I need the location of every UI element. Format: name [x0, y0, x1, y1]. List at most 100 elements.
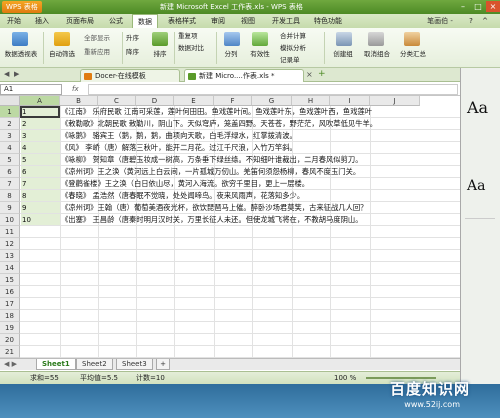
- row-header[interactable]: 18: [0, 310, 20, 322]
- cell-b[interactable]: [61, 238, 460, 250]
- menu-review[interactable]: 审阅: [206, 14, 230, 28]
- fx-icon[interactable]: fx: [72, 83, 79, 96]
- compare-button[interactable]: 数据对比: [178, 44, 204, 53]
- row-header[interactable]: 13: [0, 250, 20, 262]
- row-header[interactable]: 1: [0, 106, 20, 118]
- cell-a[interactable]: [22, 286, 58, 298]
- cell-a[interactable]: [22, 322, 58, 334]
- row-header[interactable]: 20: [0, 334, 20, 346]
- menu-table-style[interactable]: 表格样式: [164, 14, 200, 28]
- create-group-button[interactable]: 创建组: [328, 50, 358, 59]
- menu-home[interactable]: 开始: [2, 14, 26, 28]
- text-to-columns-button[interactable]: 分列: [218, 50, 244, 59]
- maximize-icon[interactable]: □: [471, 1, 485, 12]
- row-header[interactable]: 3: [0, 130, 20, 142]
- cell-b[interactable]: 《敕勒歌》北朝民歌 敕勒川，阴山下。天似穹庐，笼盖四野。天苍苍，野茫茫，风吹草低…: [61, 118, 460, 130]
- reapply-button[interactable]: 重新应用: [84, 48, 110, 57]
- cell-b[interactable]: [61, 322, 460, 334]
- auto-filter-button[interactable]: 自动筛选: [46, 50, 78, 59]
- row-header[interactable]: 5: [0, 154, 20, 166]
- column-header-f[interactable]: F: [214, 96, 252, 106]
- column-header-g[interactable]: G: [252, 96, 292, 106]
- spreadsheet-grid[interactable]: A B C D E F G H I J 1 1 《江南》 乐府民歌 江南可采莲，莲叶何田田。鱼戏莲叶间。…: [0, 96, 460, 358]
- cell-a[interactable]: 4: [22, 142, 58, 154]
- cell-b[interactable]: [61, 298, 460, 310]
- column-header-c[interactable]: C: [98, 96, 136, 106]
- subtotal-button[interactable]: 分类汇总: [396, 50, 430, 59]
- sort-button[interactable]: 排序: [148, 50, 172, 59]
- what-if-button[interactable]: 模拟分析: [280, 44, 306, 53]
- cell-a[interactable]: [22, 262, 58, 274]
- cell-b[interactable]: [61, 310, 460, 322]
- show-all-button[interactable]: 全部显示: [84, 34, 110, 43]
- row-header[interactable]: 11: [0, 226, 20, 238]
- row-header[interactable]: 7: [0, 178, 20, 190]
- cell-a[interactable]: 7: [22, 178, 58, 190]
- cell-b[interactable]: 《咏柳》 贺知章（唐碧玉妆成一树高，万条垂下绿丝绦。不知细叶谁裁出，二月春风似剪…: [61, 154, 460, 166]
- cell-b[interactable]: [61, 226, 460, 238]
- cell-a[interactable]: 3: [22, 130, 58, 142]
- pivot-table-button[interactable]: 数据透视表: [2, 50, 40, 59]
- column-header-b[interactable]: B: [60, 96, 98, 106]
- cell-a[interactable]: [22, 226, 58, 238]
- tab-current-workbook[interactable]: 新建 Micro....作表.xls *: [184, 69, 304, 82]
- help-icon[interactable]: ?: [466, 14, 476, 28]
- cell-b[interactable]: 《登鹳雀楼》王之涣（白日依山尽，黄河入海流。欲穷千里目，更上一层楼。: [61, 178, 460, 190]
- name-box[interactable]: A1: [0, 84, 62, 95]
- cell-b[interactable]: 《咏鹅》 骆宾王（鹅，鹅，鹅，曲项向天歌，白毛浮绿水，红掌拨清波。: [61, 130, 460, 142]
- select-all-corner[interactable]: [0, 96, 20, 106]
- row-header[interactable]: 10: [0, 214, 20, 226]
- style-sample[interactable]: Aa: [467, 98, 488, 117]
- row-header[interactable]: 9: [0, 202, 20, 214]
- minimize-icon[interactable]: –: [456, 1, 470, 12]
- column-header-d[interactable]: D: [136, 96, 174, 106]
- cell-b[interactable]: 《江南》 乐府民歌 江南可采莲，莲叶何田田。鱼戏莲叶间。鱼戏莲叶东，鱼戏莲叶西，…: [61, 106, 460, 118]
- cell-b[interactable]: 《风》 李峤（唐）解落三秋叶，能开二月花。过江千尺浪，入竹万竿斜。: [61, 142, 460, 154]
- cell-a[interactable]: 8: [22, 190, 58, 202]
- style-sample-2[interactable]: Aa: [467, 178, 485, 194]
- column-header-i[interactable]: I: [330, 96, 370, 106]
- cell-b[interactable]: 《出塞》 王昌龄（唐秦时明月汉时关，万里长征人未还。但使龙城飞将在，不教胡马度阴…: [61, 214, 460, 226]
- cell-a[interactable]: [22, 346, 58, 358]
- consolidate-button[interactable]: 合并计算: [280, 32, 306, 41]
- formula-input[interactable]: [88, 84, 458, 95]
- new-tab-icon[interactable]: +: [318, 69, 326, 79]
- row-header[interactable]: 12: [0, 238, 20, 250]
- record-form-button[interactable]: 记录单: [280, 56, 300, 65]
- cell-b[interactable]: [61, 262, 460, 274]
- sheet-tab-1[interactable]: Sheet1: [36, 359, 76, 370]
- cell-a[interactable]: 10: [22, 214, 58, 226]
- sheet-tab-2[interactable]: Sheet2: [76, 359, 113, 370]
- cell-a[interactable]: 6: [22, 166, 58, 178]
- cell-b[interactable]: [61, 334, 460, 346]
- cell-b[interactable]: 《春晓》 孟浩然（唐春眠不觉晓，处处闻啼鸟。夜来风雨声，花落知多少。: [61, 190, 460, 202]
- row-header[interactable]: 19: [0, 322, 20, 334]
- row-header[interactable]: 2: [0, 118, 20, 130]
- validation-button[interactable]: 有效性: [245, 50, 275, 59]
- column-header-j[interactable]: J: [370, 96, 420, 106]
- cell-a[interactable]: [22, 310, 58, 322]
- cell-a[interactable]: [22, 238, 58, 250]
- duplicates-button[interactable]: 重复项: [178, 32, 198, 41]
- cell-b[interactable]: 《凉州词》王翰（唐）葡萄美酒夜光杯，欲饮琵琶马上催。醉卧沙场君莫笑，古来征战几人…: [61, 202, 460, 214]
- row-header[interactable]: 14: [0, 262, 20, 274]
- sheet-tab-3[interactable]: Sheet3: [116, 359, 153, 370]
- cell-a[interactable]: [22, 298, 58, 310]
- row-header[interactable]: 4: [0, 142, 20, 154]
- cell-a[interactable]: 5: [22, 154, 58, 166]
- add-sheet-icon[interactable]: +: [156, 359, 170, 370]
- column-header-a[interactable]: A: [20, 96, 60, 106]
- cell-a[interactable]: [22, 274, 58, 286]
- sort-asc-button[interactable]: 升序: [126, 34, 139, 43]
- sheet-nav-icon[interactable]: ◀ ▶: [4, 360, 17, 368]
- tab-nav-left-icon[interactable]: ◀: [4, 70, 9, 78]
- ungroup-button[interactable]: 取消组合: [360, 50, 394, 59]
- cell-a[interactable]: 9: [22, 202, 58, 214]
- menu-page-layout[interactable]: 页面布局: [60, 14, 100, 28]
- row-header[interactable]: 21: [0, 346, 20, 358]
- cell-b[interactable]: [61, 286, 460, 298]
- row-header[interactable]: 16: [0, 286, 20, 298]
- sort-desc-button[interactable]: 降序: [126, 48, 139, 57]
- cell-b[interactable]: [61, 274, 460, 286]
- menu-insert[interactable]: 插入: [30, 14, 54, 28]
